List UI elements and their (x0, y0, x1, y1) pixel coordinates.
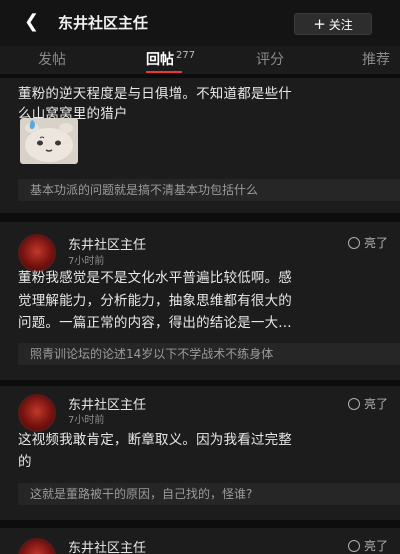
reply-card[interactable]: 东井社区主任 7小时前 亮了 这视频我敢肯定，断章取义。因为我看过完整 的 这就… (0, 386, 400, 520)
more-icon[interactable] (385, 10, 400, 36)
avatar[interactable] (18, 394, 56, 432)
tab-posts[interactable]: 发帖 (38, 49, 66, 69)
light-icon (348, 398, 360, 410)
replies-count: 277 (176, 50, 196, 62)
avatar[interactable] (18, 234, 56, 272)
plus-icon: + (313, 15, 326, 33)
light-button[interactable]: 亮了 (348, 234, 388, 251)
reply-card[interactable]: 东井社区主任 亮了 (0, 528, 400, 554)
reply-text-line: 问题。一篇正常的内容，得出的结论是一大... (18, 315, 292, 331)
page-title: 东井社区主任 (58, 14, 149, 32)
light-button[interactable]: 亮了 (348, 537, 388, 554)
tab-ratings[interactable]: 评分 (256, 49, 284, 69)
follow-button[interactable]: + 关注 (294, 13, 372, 35)
timestamp: 7小时前 (68, 256, 105, 267)
sticker-image[interactable] (20, 118, 78, 164)
quoted-reply[interactable]: 这就是董路被干的原因，自己找的，怪谁? (18, 483, 400, 505)
follow-label: 关注 (328, 18, 353, 32)
author-name[interactable]: 东井社区主任 (68, 537, 146, 554)
quoted-reply[interactable]: 照青训论坛的论述14岁以下不学战术不练身体 (18, 343, 400, 365)
tab-replies[interactable]: 回帖 277 (146, 49, 195, 69)
timestamp: 7小时前 (68, 415, 105, 426)
tab-bar: 发帖 回帖 277 评分 推荐 (0, 46, 400, 74)
quoted-reply[interactable]: 基本功派的问题就是搞不清基本功包括什么 (18, 179, 400, 201)
reply-text-line: 的 (18, 454, 32, 470)
light-icon (348, 540, 360, 552)
reply-text-line: 董粉我感觉是不是文化水平普遍比较低啊。感 (18, 270, 292, 286)
top-bar: ❮ 东井社区主任 + 关注 (0, 0, 400, 46)
divider (0, 213, 400, 222)
reply-card[interactable]: 董粉的逆天程度是与日俱增。不知道都是些什 么山窝窝里的猎户 基本功派的问题就是搞… (0, 78, 400, 213)
reply-text-line: 董粉的逆天程度是与日俱增。不知道都是些什 (18, 86, 292, 102)
reply-text-line: 这视频我敢肯定，断章取义。因为我看过完整 (18, 432, 292, 448)
reply-text-line: 觉理解能力，分析能力，抽象思维都有很大的 (18, 293, 292, 309)
avatar[interactable] (18, 538, 56, 554)
light-button[interactable]: 亮了 (348, 395, 388, 412)
author-name[interactable]: 东井社区主任 (68, 234, 146, 253)
tab-recommended[interactable]: 推荐 (362, 49, 390, 69)
chevron-left-icon[interactable]: ❮ (24, 10, 44, 34)
active-tab-indicator (146, 71, 182, 73)
divider (0, 520, 400, 528)
light-icon (348, 237, 360, 249)
reply-card[interactable]: 东井社区主任 7小时前 亮了 董粉我感觉是不是文化水平普遍比较低啊。感 觉理解能… (0, 222, 400, 380)
